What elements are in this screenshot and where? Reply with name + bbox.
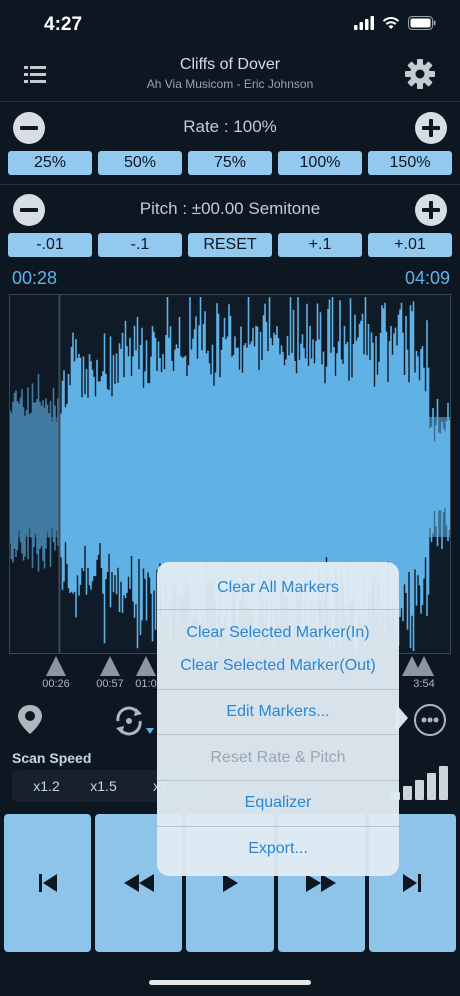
marker[interactable]: 00:57	[90, 656, 130, 690]
edit-markers-item[interactable]: Edit Markers...	[157, 703, 399, 721]
rate-label: Rate : 100%	[183, 117, 277, 136]
more-icon	[421, 717, 439, 723]
menu-separator	[157, 689, 399, 690]
minus-icon	[20, 208, 38, 212]
scan-speed-1-2[interactable]: x1.2	[18, 770, 75, 802]
menu-separator	[157, 780, 399, 781]
reset-rate-pitch-item: Reset Rate & Pitch	[210, 749, 346, 766]
current-time: 00:28	[12, 268, 58, 288]
pitch-decrease-button[interactable]	[13, 194, 45, 226]
gear-icon	[405, 59, 435, 89]
waveform-core	[10, 417, 450, 537]
home-indicator[interactable]	[149, 980, 311, 985]
scan-speed-label: Scan Speed	[12, 750, 92, 766]
skip-back-button[interactable]	[4, 814, 92, 952]
marker-time: 00:57	[96, 678, 124, 690]
pitch-minus-001[interactable]: -.01	[8, 233, 92, 257]
rate-increase-button[interactable]	[415, 112, 447, 144]
clear-all-markers-item[interactable]: Clear All Markers	[157, 579, 399, 597]
rate-decrease-button[interactable]	[13, 112, 45, 144]
skip-back-icon	[38, 874, 57, 892]
equalizer-item[interactable]: Equalizer	[157, 794, 399, 812]
wifi-icon	[382, 17, 400, 29]
rate-presets: 25% 50% 75% 100% 150%	[8, 151, 452, 175]
song-subtitle: Ah Via Musicom - Eric Johnson	[146, 77, 314, 91]
pitch-increase-button[interactable]	[415, 194, 447, 226]
clear-selected-marker-out-item[interactable]: Clear Selected Marker(Out)	[157, 657, 399, 675]
rate-preset-100[interactable]: 100%	[278, 151, 362, 175]
options-menu: Clear All Markers Clear Selected Marker(…	[157, 562, 399, 876]
menu-separator	[157, 609, 399, 610]
more-options-button[interactable]	[414, 704, 446, 736]
marker-time: 3:54	[413, 678, 435, 690]
track-header: Cliffs of Dover Ah Via Musicom - Eric Jo…	[0, 50, 460, 100]
minus-icon	[20, 126, 38, 130]
status-icons	[354, 16, 436, 30]
divider	[0, 101, 460, 102]
pitch-reset-button[interactable]: RESET	[188, 233, 272, 257]
rate-preset-50[interactable]: 50%	[98, 151, 182, 175]
pitch-minus-01[interactable]: -.1	[98, 233, 182, 257]
playhead[interactable]	[58, 295, 61, 653]
divider	[0, 184, 460, 185]
rate-preset-75[interactable]: 75%	[188, 151, 272, 175]
pitch-control: Pitch : ±00.00 Semitone	[0, 190, 460, 230]
rewind-icon	[123, 874, 154, 892]
rate-preset-25[interactable]: 25%	[8, 151, 92, 175]
location-pin-icon[interactable]	[16, 704, 44, 736]
status-time: 4:27	[44, 14, 83, 35]
pitch-plus-01[interactable]: +.1	[278, 233, 362, 257]
marker-time: 00:26	[42, 678, 70, 690]
marker[interactable]: 00:26	[36, 656, 76, 690]
signal-icon	[354, 16, 374, 30]
status-bar: 4:27	[0, 0, 460, 48]
total-time: 04:09	[404, 268, 450, 288]
clear-selected-marker-in-item[interactable]: Clear Selected Marker(In)	[157, 624, 399, 642]
song-title: Cliffs of Dover	[179, 56, 281, 73]
marker[interactable]: 3:54	[404, 656, 444, 690]
scan-speed-1-5[interactable]: x1.5	[75, 770, 132, 802]
volume-level-icon[interactable]	[391, 766, 448, 800]
pitch-label: Pitch : ±00.00 Semitone	[139, 199, 321, 218]
loop-icon[interactable]	[112, 704, 156, 738]
settings-button[interactable]	[404, 58, 436, 90]
pitch-presets: -.01 -.1 RESET +.1 +.01	[8, 233, 452, 257]
battery-icon	[408, 16, 436, 30]
played-overlay	[10, 295, 59, 653]
pitch-plus-001[interactable]: +.01	[368, 233, 452, 257]
skip-forward-icon	[403, 874, 422, 892]
rate-preset-150[interactable]: 150%	[368, 151, 452, 175]
export-item[interactable]: Export...	[157, 840, 399, 858]
rate-control: Rate : 100%	[0, 108, 460, 148]
menu-separator	[157, 826, 399, 827]
menu-separator	[157, 734, 399, 735]
